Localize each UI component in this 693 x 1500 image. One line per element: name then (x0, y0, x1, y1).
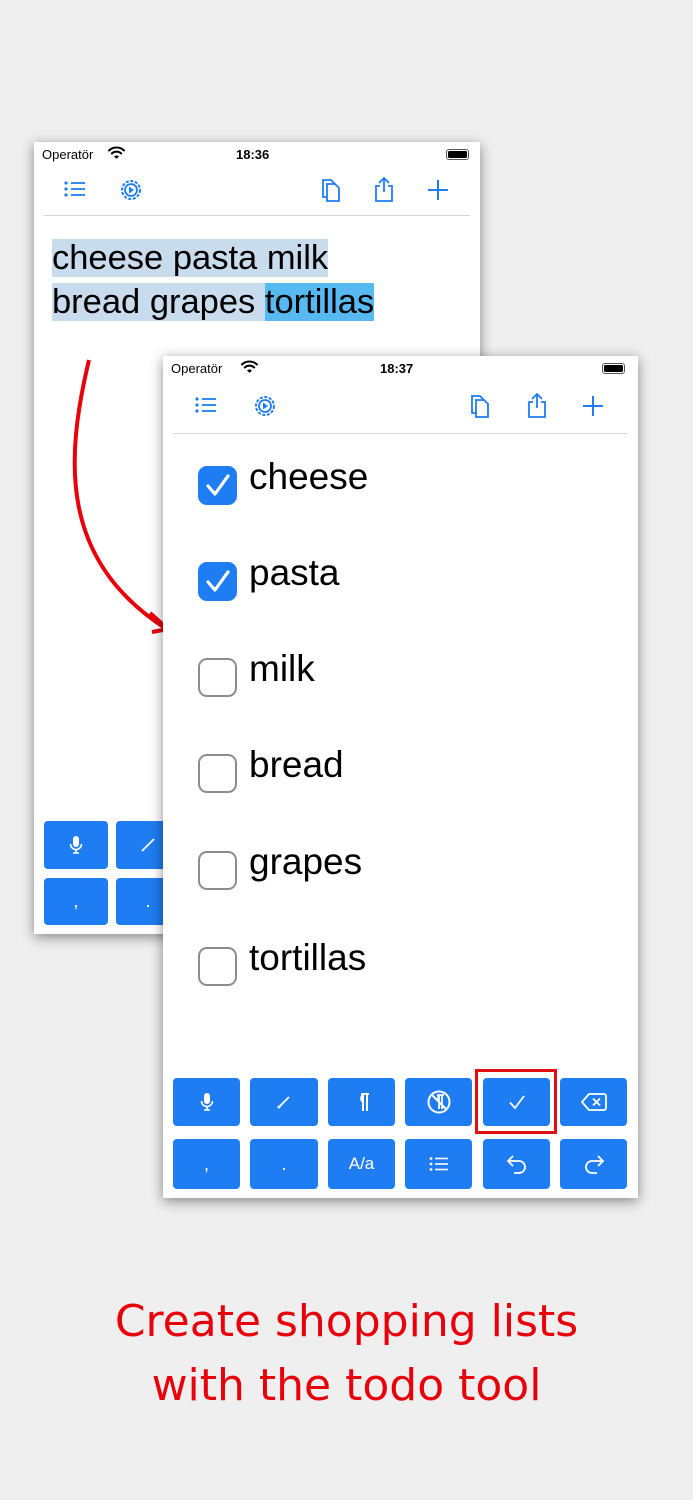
settings-icon[interactable] (253, 394, 277, 418)
todo-label: grapes (249, 841, 363, 882)
undo-key[interactable] (483, 1139, 550, 1189)
todo-label: bread (249, 744, 344, 785)
redo-key[interactable] (560, 1139, 627, 1189)
pilcrow-key[interactable] (328, 1078, 395, 1126)
case-key[interactable]: A/a (328, 1139, 395, 1189)
pencil-icon (277, 1096, 290, 1109)
no-pilcrow-key[interactable] (405, 1078, 472, 1126)
checkbox-checked[interactable] (198, 562, 237, 601)
toolbar-divider (173, 433, 628, 434)
mic-key[interactable] (173, 1078, 240, 1126)
clock: 18:37 (380, 361, 414, 376)
share-icon[interactable] (526, 392, 548, 419)
list-icon (429, 1157, 448, 1171)
caption-line-2: with the todo tool (151, 1360, 542, 1411)
highlight-box (475, 1069, 557, 1134)
todo-label: milk (249, 648, 315, 689)
battery-icon (602, 363, 625, 374)
caption-line-1: Create shopping lists (114, 1296, 579, 1347)
pilcrow-icon (359, 1093, 369, 1111)
checkbox-unchecked[interactable] (198, 754, 237, 793)
period-key[interactable]: . (250, 1139, 318, 1189)
list-icon[interactable] (195, 396, 217, 414)
checkmark-icon (206, 474, 230, 496)
todo-label: cheese (249, 456, 369, 497)
no-pilcrow-icon (427, 1090, 450, 1114)
front-screen: Operatör 18:37 cheese pasta milk bread g… (163, 356, 638, 1198)
pencil-key[interactable] (250, 1078, 318, 1126)
wifi-icon (241, 360, 258, 373)
comma-key[interactable]: , (173, 1139, 240, 1189)
todo-label: tortillas (249, 937, 367, 978)
add-icon[interactable] (582, 395, 604, 417)
delete-icon (580, 1093, 607, 1111)
copy-icon[interactable] (468, 393, 492, 419)
redo-icon (584, 1155, 604, 1174)
checkbox-unchecked[interactable] (198, 658, 237, 697)
undo-icon (506, 1155, 526, 1174)
delete-key[interactable] (560, 1078, 627, 1126)
todo-label: pasta (249, 552, 340, 593)
list-key[interactable] (405, 1139, 472, 1189)
checkbox-unchecked[interactable] (198, 851, 237, 890)
checkbox-unchecked[interactable] (198, 947, 237, 986)
checkmark-icon (206, 570, 230, 592)
mic-icon (200, 1093, 213, 1111)
checkbox-checked[interactable] (198, 466, 237, 505)
carrier-label: Operatör (171, 361, 223, 376)
status-bar: Operatör 18:37 (163, 356, 638, 380)
